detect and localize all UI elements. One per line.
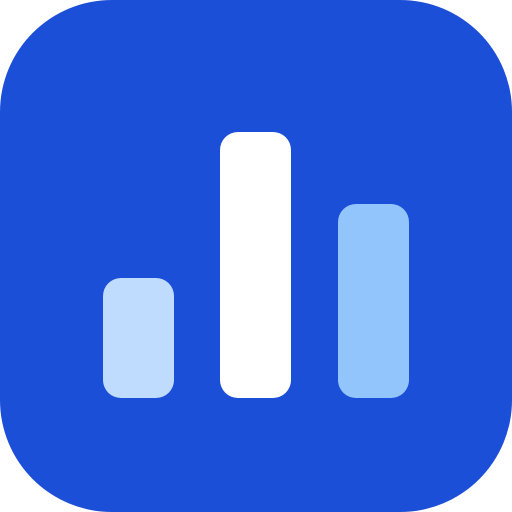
bar-chart-icon — [0, 0, 512, 512]
bar-right — [338, 204, 409, 398]
app-icon[interactable] — [0, 0, 512, 512]
bar-middle — [220, 132, 291, 398]
bar-left — [103, 278, 174, 398]
